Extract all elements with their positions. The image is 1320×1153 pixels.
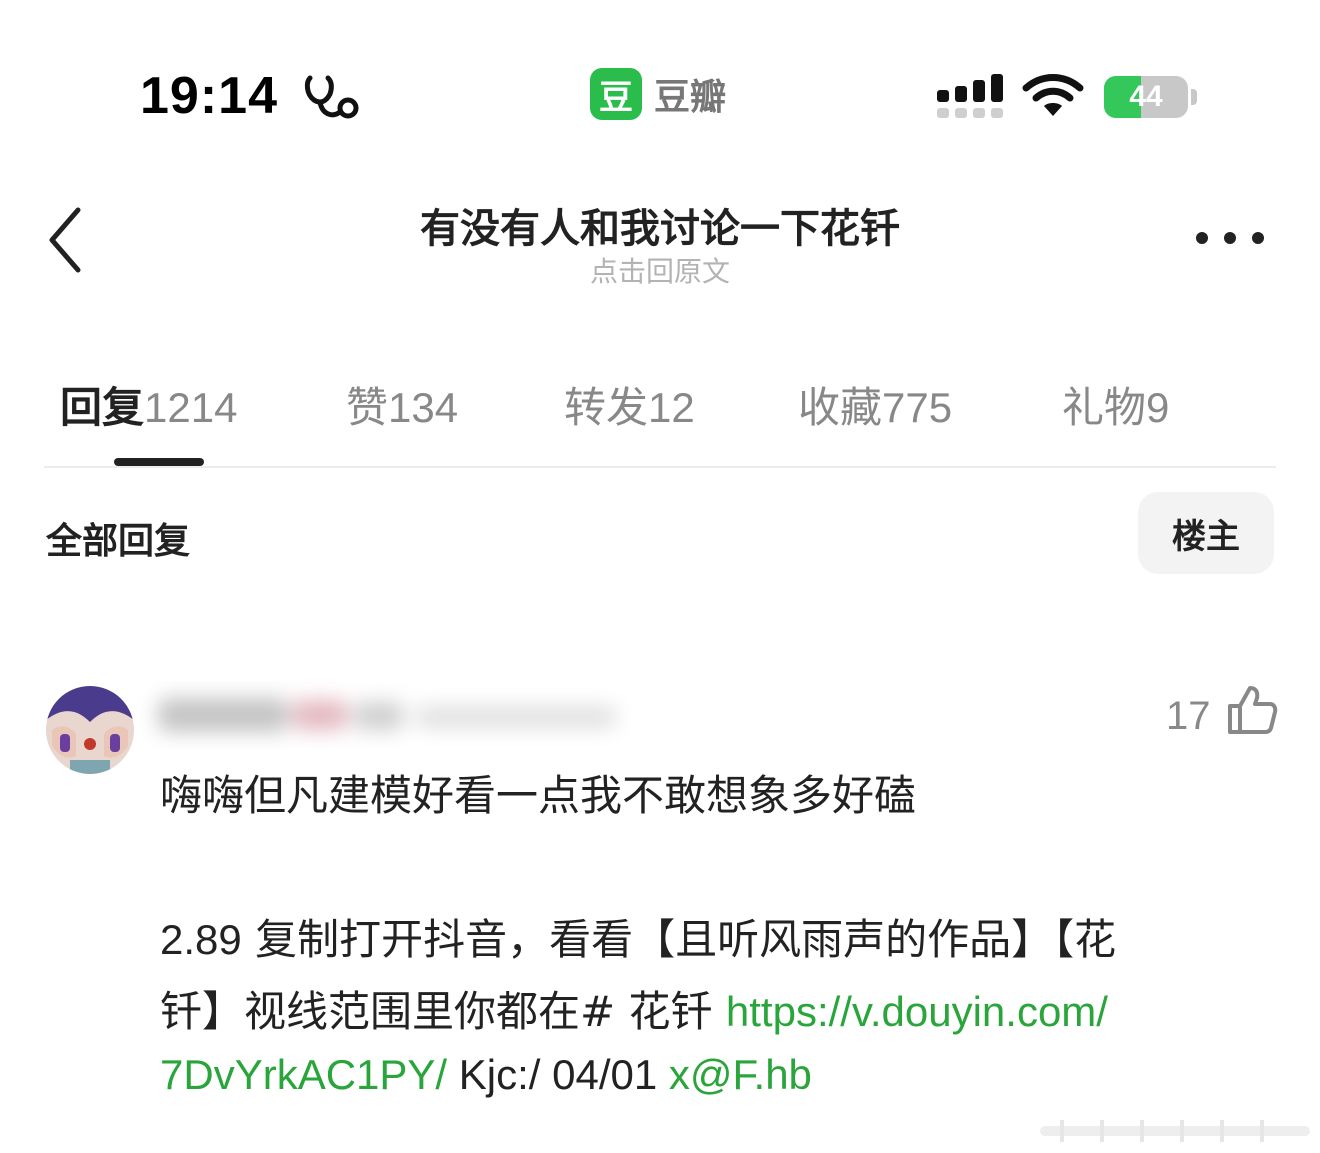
divider	[44, 466, 1276, 468]
tab-label: 礼物	[1062, 383, 1147, 432]
tab-reshares[interactable]: 转发12	[564, 374, 695, 435]
back-to-original-link[interactable]: 点击回原文	[460, 250, 860, 290]
tab-label: 赞	[346, 383, 389, 432]
tab-count: 12	[648, 384, 695, 431]
comment-text: Kjc:/ 04/01	[447, 1051, 669, 1098]
screen: 19:14 豆 豆瓣 44 有没有人和我讨论一下花钎 点击回原文 回复1214 …	[0, 0, 1320, 1153]
tab-count: 775	[882, 384, 953, 431]
app-name: 豆瓣	[654, 77, 727, 118]
app-badge: 豆 豆瓣	[590, 68, 726, 120]
comment-text-line: 7DvYrkAC1PY/ Kjc:/ 04/01 x@F.hb	[160, 1050, 812, 1099]
tab-likes[interactable]: 赞134	[346, 374, 458, 435]
thumb-up-icon[interactable]	[1226, 684, 1278, 736]
all-replies-label: 全部回复	[46, 521, 191, 562]
more-dots-icon[interactable]	[1192, 218, 1268, 258]
blurred-username	[158, 698, 616, 732]
op-only-button[interactable]: 楼主	[1138, 492, 1274, 574]
tab-replies[interactable]: 回复1214	[60, 374, 237, 435]
comment-text: 复制打开抖音，看看【且听风雨声的作品】【花	[241, 915, 1117, 964]
page-title: 有没有人和我讨论一下花钎	[420, 206, 900, 252]
back-chevron-icon[interactable]	[40, 200, 96, 280]
tab-count: 9	[1146, 384, 1170, 431]
status-time: 19:14	[140, 67, 278, 125]
comment-text: 钎】视线范围里你都在# 花钎	[160, 987, 726, 1036]
comment-text-line: 嗨嗨但凡建模好看一点我不敢想象多好磕	[160, 771, 917, 820]
tab-collections[interactable]: 收藏775	[798, 374, 952, 435]
wifi-icon	[1022, 74, 1084, 116]
tab-gifts[interactable]: 礼物9	[1062, 374, 1169, 435]
comment-number: 2.89	[160, 916, 242, 963]
battery-cap	[1191, 89, 1197, 105]
comment-text-line: 钎】视线范围里你都在# 花钎 https://v.douyin.com/	[160, 978, 1108, 1039]
like-count: 17	[1166, 694, 1211, 738]
active-tab-indicator	[114, 458, 204, 466]
tab-label: 转发	[564, 383, 649, 432]
douban-logo-icon: 豆	[590, 68, 642, 120]
battery-text: 44	[1129, 80, 1163, 113]
signal-icon	[937, 74, 1003, 118]
email-link[interactable]: x@F.hb	[669, 1051, 812, 1098]
battery-icon: 44	[1104, 76, 1188, 118]
douyin-link[interactable]: https://v.douyin.com/	[726, 988, 1108, 1035]
stethoscope-icon	[304, 75, 359, 119]
tab-label: 收藏	[798, 383, 883, 432]
tab-count: 1214	[144, 384, 238, 431]
watermark-decoration	[1040, 1120, 1310, 1142]
tab-count: 134	[388, 384, 459, 431]
tab-label: 回复	[60, 383, 145, 432]
comment-text-line: 2.89 复制打开抖音，看看【且听风雨声的作品】【花	[160, 906, 1116, 967]
douyin-link-continued[interactable]: 7DvYrkAC1PY/	[160, 1051, 447, 1098]
